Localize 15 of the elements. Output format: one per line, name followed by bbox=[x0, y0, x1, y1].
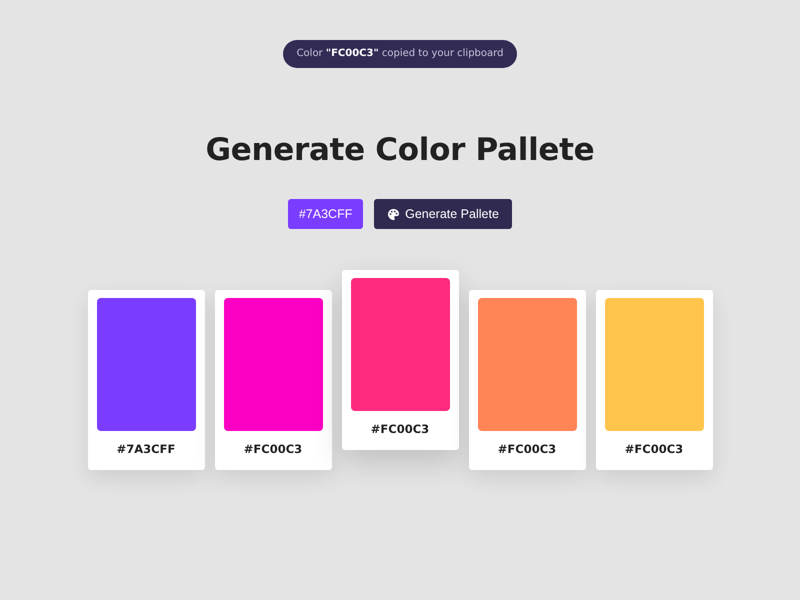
page-title: Generate Color Pallete bbox=[206, 131, 594, 170]
color-input[interactable]: #7A3CFF bbox=[288, 199, 364, 229]
hex-code: #7A3CFF bbox=[116, 442, 176, 456]
color-card[interactable]: #FC00C3 bbox=[596, 290, 712, 470]
color-card[interactable]: #7A3CFF bbox=[88, 290, 204, 470]
hex-code: #FC00C3 bbox=[244, 442, 302, 456]
toast-message: Color "FC00C3" copied to your clipboard bbox=[282, 40, 518, 68]
color-card[interactable]: #FC00C3 bbox=[468, 290, 586, 470]
palette-icon bbox=[388, 208, 400, 220]
color-card[interactable]: #FC00C3 bbox=[214, 290, 332, 470]
hex-code: #FC00C3 bbox=[624, 442, 684, 456]
color-card[interactable]: #FC00C3 bbox=[342, 270, 458, 450]
generate-button[interactable]: Generate Pallete bbox=[374, 199, 512, 229]
hex-code: #FC00C3 bbox=[370, 422, 430, 436]
hex-code: #FC00C3 bbox=[498, 442, 556, 456]
